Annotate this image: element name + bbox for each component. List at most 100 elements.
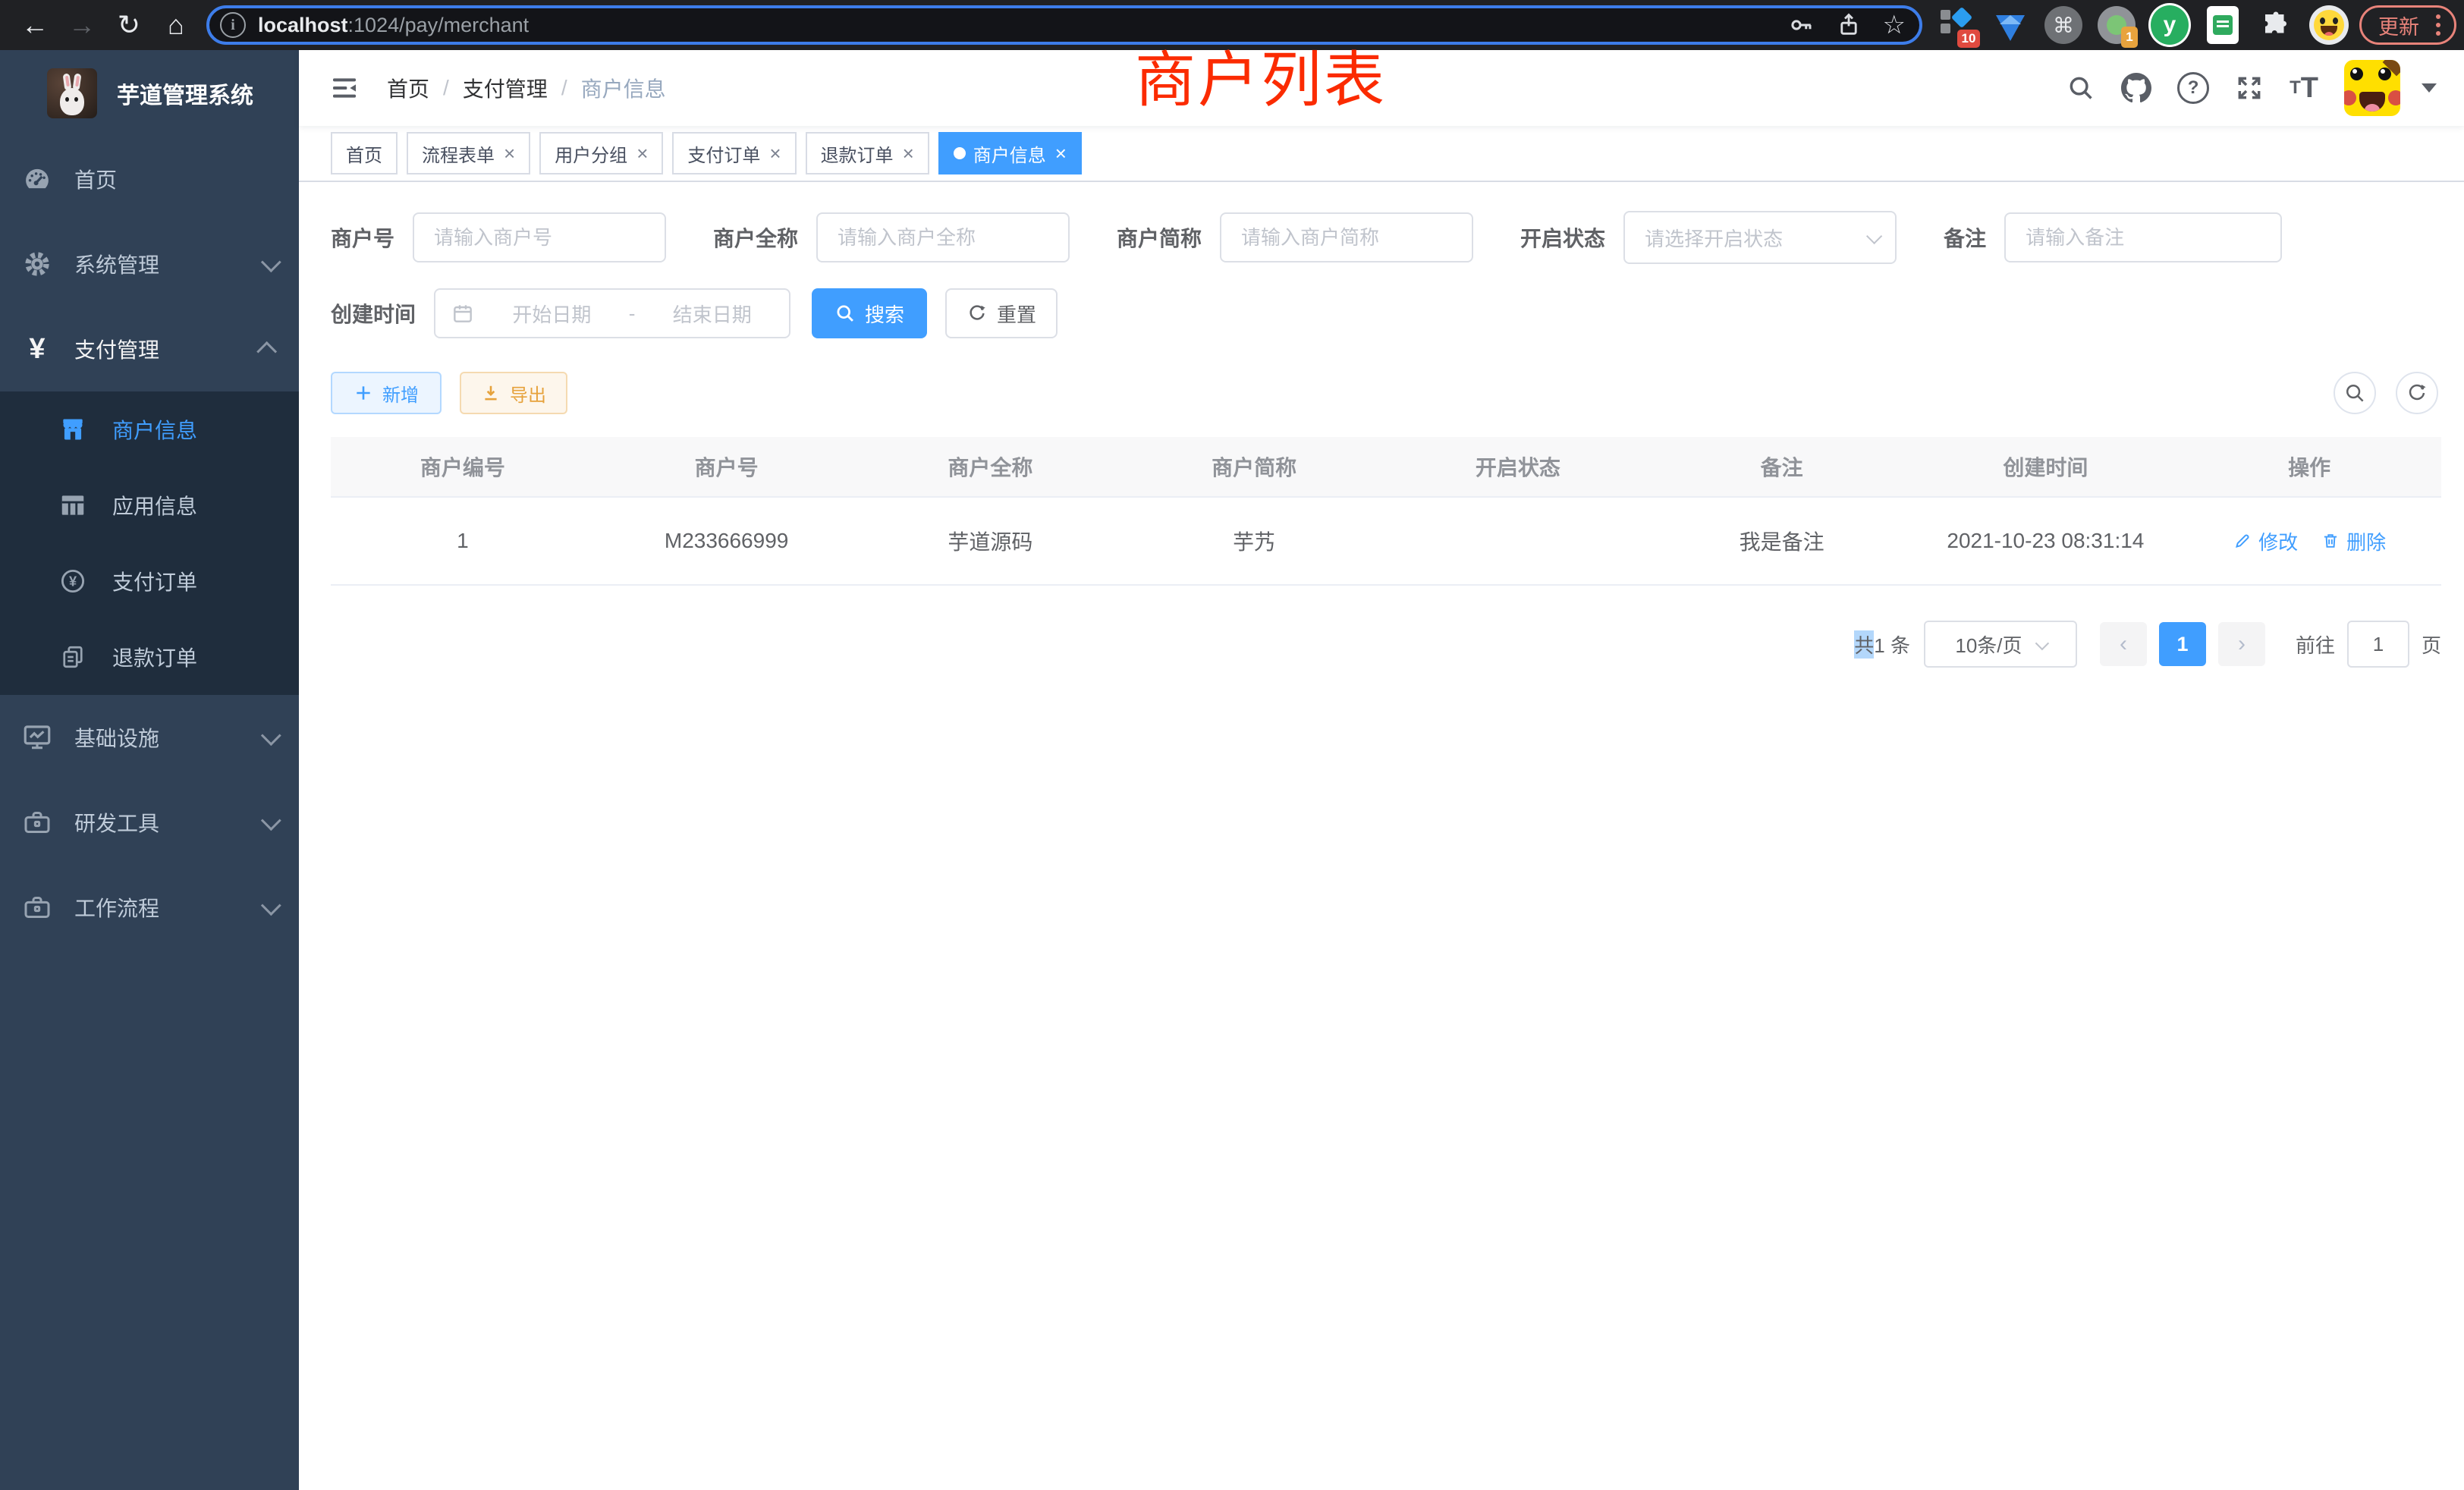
page-number-active[interactable]: 1	[2159, 622, 2206, 666]
extension-notes-icon[interactable]	[2202, 4, 2244, 46]
extension-command-icon[interactable]: ⌘	[2042, 4, 2085, 46]
col-header: 创建时间	[1914, 451, 2178, 482]
create-time-range-picker[interactable]: 开始日期 - 结束日期	[434, 288, 790, 338]
extensions-puzzle-icon[interactable]	[2255, 4, 2297, 46]
forward-icon[interactable]: →	[62, 5, 102, 45]
github-icon[interactable]	[2121, 73, 2151, 103]
col-header: 操作	[2177, 451, 2441, 482]
page-content: 商户号 商户全称 商户简称 开启状态 请选择开启状态	[299, 182, 2464, 668]
extension-badge: 1	[2121, 27, 2138, 48]
next-page-button[interactable]: ›	[2218, 622, 2265, 666]
end-date-placeholder[interactable]: 结束日期	[650, 300, 774, 328]
calendar-icon	[451, 301, 475, 325]
sidebar-collapse-icon[interactable]	[329, 73, 360, 103]
tab-merchant-info[interactable]: 商户信息×	[938, 132, 1082, 174]
sidebar-item-pay[interactable]: ¥ 支付管理	[0, 306, 299, 391]
browser-menu-icon[interactable]	[2436, 14, 2440, 36]
close-icon[interactable]: ×	[636, 142, 648, 165]
table-search-toggle-button[interactable]	[2334, 372, 2376, 414]
brand-title: 芋道管理系统	[117, 77, 253, 110]
extension-y-icon[interactable]: y	[2148, 4, 2191, 46]
document-copy-icon	[56, 643, 90, 671]
full-name-label: 商户全称	[713, 222, 798, 253]
share-icon[interactable]	[1836, 12, 1862, 38]
tab-pay-order[interactable]: 支付订单×	[672, 132, 796, 174]
tab-user-group[interactable]: 用户分组×	[539, 132, 663, 174]
short-name-input[interactable]	[1220, 212, 1473, 262]
remark-label: 备注	[1944, 222, 1986, 253]
merchant-no-input[interactable]	[413, 212, 666, 262]
sidebar-item-refund-order[interactable]: 退款订单	[0, 619, 299, 695]
table-refresh-button[interactable]	[2396, 372, 2438, 414]
bookmark-star-icon[interactable]: ☆	[1883, 12, 1906, 38]
sidebar-menu: 首页 系统管理 ¥ 支付管理	[0, 137, 299, 950]
export-button[interactable]: 导出	[460, 372, 567, 414]
create-time-label: 创建时间	[331, 298, 416, 328]
col-header: 商户编号	[331, 451, 595, 482]
sidebar-item-pay-order[interactable]: ¥ 支付订单	[0, 543, 299, 619]
home-icon[interactable]: ⌂	[156, 5, 196, 45]
tab-home[interactable]: 首页	[331, 132, 398, 174]
start-date-placeholder[interactable]: 开始日期	[490, 300, 614, 328]
avatar-caret-icon[interactable]	[2422, 83, 2437, 93]
chevron-down-icon	[1866, 228, 1882, 244]
tab-refund-order[interactable]: 退款订单×	[806, 132, 929, 174]
prev-page-button[interactable]: ‹	[2100, 622, 2147, 666]
sidebar-item-merchant-info[interactable]: 商户信息	[0, 391, 299, 467]
url-text[interactable]: localhost:1024/pay/merchant	[258, 14, 529, 37]
status-label: 开启状态	[1520, 222, 1605, 253]
extension-devtools-icon[interactable]: 10	[1936, 4, 1978, 46]
sidebar-item-system[interactable]: 系统管理	[0, 222, 299, 306]
help-icon[interactable]: ?	[2177, 72, 2209, 104]
close-icon[interactable]: ×	[769, 142, 781, 165]
address-bar[interactable]: i localhost:1024/pay/merchant ☆	[206, 5, 1922, 45]
full-name-input[interactable]	[816, 212, 1070, 262]
chevron-down-icon	[261, 252, 281, 272]
cell-merchant-id: 1	[331, 529, 595, 553]
tab-process-form[interactable]: 流程表单×	[407, 132, 530, 174]
remark-input[interactable]	[2004, 212, 2282, 262]
browser-chrome: ← → ↻ ⌂ i localhost:1024/pay/merchant	[0, 0, 2464, 50]
sidebar-item-devtools[interactable]: 研发工具	[0, 780, 299, 865]
sidebar-item-home[interactable]: 首页	[0, 137, 299, 222]
pencil-icon	[2233, 531, 2252, 551]
site-info-icon[interactable]: i	[220, 12, 246, 38]
chevron-down-icon	[261, 725, 281, 746]
password-key-icon[interactable]	[1787, 11, 1815, 39]
annotation-title: 商户列表	[1135, 44, 1387, 117]
sidebar-item-workflow[interactable]: 工作流程	[0, 865, 299, 950]
extension-badge: 10	[1957, 30, 1980, 48]
breadcrumb-section[interactable]: 支付管理	[463, 73, 548, 103]
font-size-icon[interactable]: TT	[2290, 72, 2318, 105]
search-button[interactable]: 搜索	[812, 288, 927, 338]
add-button[interactable]: 新增	[331, 372, 442, 414]
sidebar-item-infrastructure[interactable]: 基础设施	[0, 695, 299, 780]
cell-merchant-no: M233666999	[595, 529, 859, 553]
breadcrumb-home[interactable]: 首页	[387, 73, 429, 103]
back-icon[interactable]: ←	[15, 5, 55, 45]
status-select[interactable]: 请选择开启状态	[1623, 211, 1897, 264]
screen: ← → ↻ ⌂ i localhost:1024/pay/merchant	[0, 0, 2464, 1490]
delete-link[interactable]: 删除	[2321, 527, 2386, 555]
extension-recorder-icon[interactable]: 1	[2095, 4, 2138, 46]
sidebar-item-app-info[interactable]: 应用信息	[0, 467, 299, 543]
reload-icon[interactable]: ↻	[109, 5, 149, 45]
close-icon[interactable]: ×	[903, 142, 914, 165]
profile-emoji-icon[interactable]	[2308, 4, 2350, 46]
svg-text:¥: ¥	[69, 574, 77, 589]
col-header: 商户简称	[1122, 451, 1386, 482]
header-search-icon[interactable]	[2066, 74, 2095, 102]
extension-gem-icon[interactable]	[1989, 4, 2032, 46]
close-icon[interactable]: ×	[1055, 142, 1067, 165]
col-header: 开启状态	[1386, 451, 1650, 482]
chevron-down-icon	[2035, 636, 2048, 649]
breadcrumb-current: 商户信息	[581, 73, 666, 103]
goto-page-input[interactable]	[2347, 621, 2409, 668]
close-icon[interactable]: ×	[504, 142, 515, 165]
fullscreen-icon[interactable]	[2235, 74, 2264, 102]
browser-update-button[interactable]: 更新	[2359, 5, 2456, 45]
page-size-select[interactable]: 10条/页	[1924, 621, 2077, 668]
reset-button[interactable]: 重置	[945, 288, 1058, 338]
edit-link[interactable]: 修改	[2233, 527, 2298, 555]
user-avatar[interactable]	[2344, 60, 2400, 116]
